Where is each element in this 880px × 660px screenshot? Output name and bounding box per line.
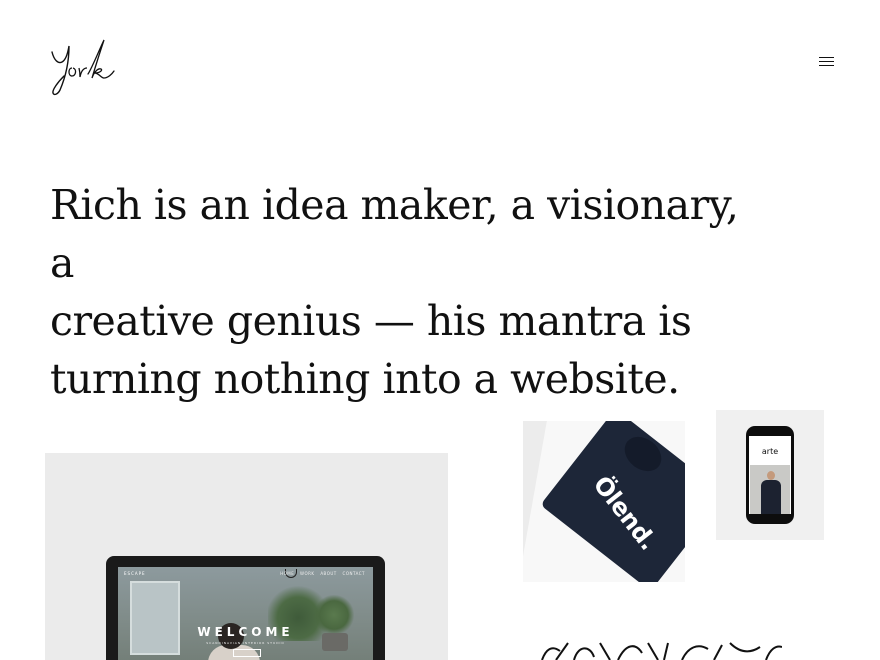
- screen-brand: ESCAPE: [124, 571, 146, 576]
- phone-image: arte: [746, 426, 794, 524]
- york-logo-script: [51, 39, 115, 96]
- line-pattern-graphic: [541, 642, 782, 660]
- hamburger-menu-icon[interactable]: [816, 54, 838, 70]
- phone-photo: [750, 465, 790, 514]
- laptop-image: ESCAPE HOME WORK ABOUT CONTACT WELCOME S…: [106, 556, 385, 660]
- portfolio-item-laptop[interactable]: ESCAPE HOME WORK ABOUT CONTACT WELCOME S…: [45, 453, 448, 660]
- man-head-graphic: [767, 471, 775, 480]
- screen-nav: HOME WORK ABOUT CONTACT: [280, 571, 365, 576]
- screen-welcome-heading: WELCOME: [197, 625, 294, 639]
- laptop-screen: ESCAPE HOME WORK ABOUT CONTACT WELCOME S…: [118, 567, 373, 660]
- screen-button-graphic: [233, 649, 261, 657]
- hero-headline: Rich is an idea maker, a visionary, a cr…: [50, 176, 750, 408]
- hero-line-1: Rich is an idea maker, a visionary, a: [50, 181, 739, 287]
- man-graphic: [761, 480, 781, 514]
- menu-line: [819, 57, 834, 58]
- phone-screen: arte: [749, 436, 791, 514]
- screen-subheading: SCANDINAVIAN INTERIOR STUDIO: [206, 641, 285, 645]
- phone-app-title: arte: [761, 447, 779, 456]
- york-logo[interactable]: [48, 38, 118, 98]
- menu-line: [819, 61, 834, 62]
- hero-line-2: creative genius — his mantra is: [50, 297, 692, 345]
- portfolio-item-hoodie[interactable]: Ölend.: [523, 421, 685, 582]
- portfolio-item-phone[interactable]: arte: [716, 410, 824, 540]
- portfolio-item-pattern[interactable]: [538, 641, 782, 660]
- hero-line-3: turning nothing into a website.: [50, 355, 680, 403]
- menu-line: [819, 65, 834, 66]
